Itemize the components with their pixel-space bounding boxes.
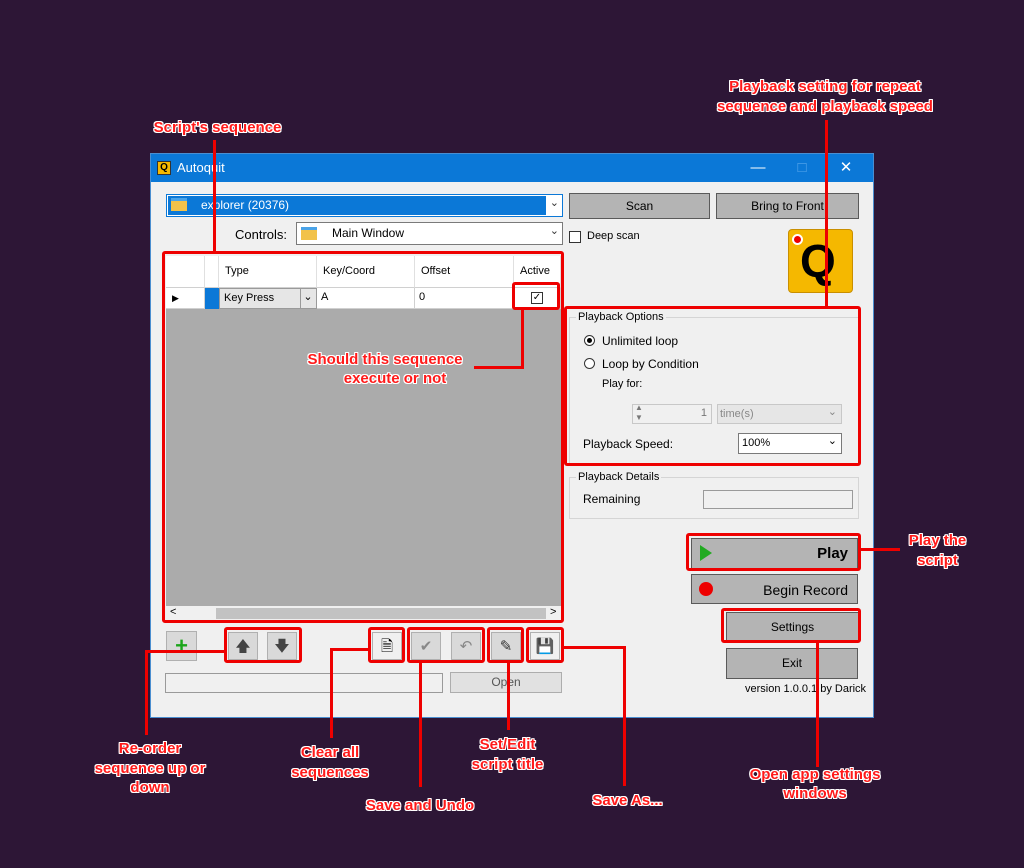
record-icon xyxy=(699,582,713,596)
annotation-play-line1: Play the xyxy=(908,532,967,549)
playback-details-group: Playback Details Remaining xyxy=(569,471,859,519)
title-bar[interactable]: Q Autoquit — □ ✕ xyxy=(151,154,873,182)
annotation-play-line2: script xyxy=(917,552,958,569)
remaining-label: Remaining xyxy=(583,492,641,506)
remaining-value xyxy=(703,490,853,509)
q-letter-icon: Q xyxy=(800,235,836,287)
begin-record-label: Begin Record xyxy=(763,582,848,598)
annotation-open-settings-line1: Open app settings xyxy=(749,766,881,783)
annotation-clear-all-line1: Clear all xyxy=(300,744,360,761)
highlight-save-as xyxy=(526,627,564,663)
annotation-set-edit-line2: script title xyxy=(471,756,544,773)
highlight-clear xyxy=(368,627,405,663)
controls-label: Controls: xyxy=(235,227,288,242)
annotation-reorder-line3: down xyxy=(130,779,170,796)
exit-button[interactable]: Exit xyxy=(726,648,858,679)
annotation-script-sequence: Script's sequence xyxy=(153,119,282,136)
maximize-icon[interactable]: □ xyxy=(780,154,824,182)
chevron-down-icon: ⌄ xyxy=(549,225,559,237)
annotation-save-undo: Save and Undo xyxy=(365,797,475,814)
annotation-clear-all-line2: sequences xyxy=(291,764,369,781)
annotation-playback-setting-line2: sequence and playback speed xyxy=(717,98,933,115)
chevron-down-icon: ⌄ xyxy=(549,197,559,209)
playback-details-title: Playback Details xyxy=(576,471,662,483)
highlight-settings xyxy=(721,608,861,643)
scan-button[interactable]: Scan xyxy=(569,193,710,219)
begin-record-button[interactable]: Begin Record xyxy=(691,574,858,604)
highlight-save-undo xyxy=(407,627,485,663)
deep-scan-label: Deep scan xyxy=(587,230,640,242)
highlight-active-column xyxy=(512,282,560,310)
controls-select[interactable]: Main Window ⌄ xyxy=(296,222,563,245)
script-title-field[interactable] xyxy=(165,673,443,693)
highlight-play xyxy=(686,533,861,571)
autoquit-large-logo: Q xyxy=(788,229,853,293)
annotation-reorder-line1: Re-order xyxy=(118,740,182,757)
highlight-reorder xyxy=(224,627,302,663)
highlight-playback-options xyxy=(564,306,861,466)
add-sequence-button[interactable]: + xyxy=(166,631,197,661)
folder-icon xyxy=(171,198,187,211)
bring-to-front-button[interactable]: Bring to Front xyxy=(716,193,859,219)
plus-icon: + xyxy=(175,633,188,658)
folder-icon xyxy=(301,227,317,240)
highlight-edit-title xyxy=(487,627,524,663)
highlight-sequence-grid xyxy=(162,251,564,623)
window-title: Autoquit xyxy=(177,160,225,175)
annotation-save-as: Save As... xyxy=(592,792,663,809)
annotation-reorder-line2: sequence up or xyxy=(94,760,206,777)
close-icon[interactable]: ✕ xyxy=(824,154,868,182)
open-button[interactable]: Open xyxy=(450,672,562,693)
version-text: version 1.0.0.1 by Darick xyxy=(745,683,867,695)
annotation-set-edit-line1: Set/Edit xyxy=(479,736,536,753)
annotation-playback-setting-line1: Playback setting for repeat xyxy=(729,78,921,95)
minimize-icon[interactable]: — xyxy=(736,154,780,182)
annotation-open-settings-line2: windows xyxy=(783,785,847,802)
deep-scan-checkbox[interactable] xyxy=(569,231,581,243)
controls-select-value: Main Window xyxy=(332,226,405,240)
annotation-should-execute-line1: Should this sequence xyxy=(307,351,463,368)
annotation-should-execute-line2: execute or not xyxy=(343,370,447,387)
process-select[interactable]: explorer (20376) ⌄ xyxy=(166,194,563,217)
autoquit-logo-icon: Q xyxy=(157,161,171,175)
